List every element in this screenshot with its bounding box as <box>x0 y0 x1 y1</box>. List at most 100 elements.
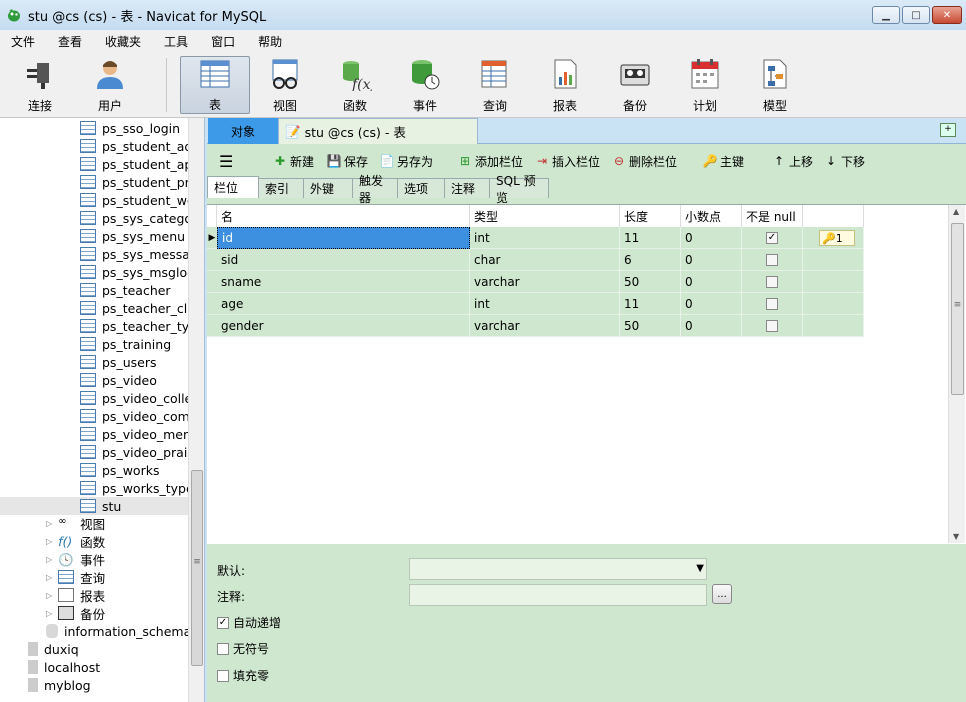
backup-button[interactable]: 备份 <box>601 56 669 114</box>
tree-database-information-schema[interactable]: information_schema <box>46 622 204 640</box>
tree-table-item[interactable]: ps_video_comr <box>0 407 188 425</box>
tree-group-backups[interactable]: ▷ 备份 <box>46 604 204 622</box>
cell-decimals[interactable]: 0 <box>681 249 742 271</box>
tree-table-item[interactable]: ps_video_menu <box>0 425 188 443</box>
cell-length[interactable]: 50 <box>620 271 681 293</box>
tree-table-item[interactable]: ps_video_prais <box>0 443 188 461</box>
tree-table-item[interactable]: stu <box>0 497 188 515</box>
grid-scrollbar[interactable]: ▲ ≡ ▼ <box>948 205 965 543</box>
zerofill-checkbox[interactable]: 填充零 <box>217 667 269 684</box>
maximize-button[interactable]: □ <box>902 6 930 24</box>
query-button[interactable]: 查询 <box>461 56 529 114</box>
tree-table-item[interactable]: ps_teacher_typ <box>0 317 188 335</box>
tree-connection-localhost[interactable]: localhost <box>28 658 204 676</box>
cell-length[interactable]: 11 <box>620 293 681 315</box>
cell-decimals[interactable]: 0 <box>681 227 742 249</box>
col-not-null-header[interactable]: 不是 null <box>742 205 803 227</box>
cell-name[interactable]: id <box>217 227 470 249</box>
menu-favorites[interactable]: 收藏夹 <box>94 33 153 50</box>
report-button[interactable]: 报表 <box>531 56 599 114</box>
tree-table-item[interactable]: ps_sys_msglog <box>0 263 188 281</box>
cell-name[interactable]: sid <box>217 249 470 271</box>
tree-connection-duxiq[interactable]: duxiq <box>28 640 204 658</box>
scroll-up-icon[interactable]: ▲ <box>953 207 959 216</box>
default-dropdown[interactable]: ▼ <box>409 558 707 580</box>
insert-field-button[interactable]: ⇥ 插入栏位 <box>535 152 600 170</box>
event-button[interactable]: 事件 <box>391 56 459 114</box>
tab-indexes[interactable]: 索引 <box>258 178 304 198</box>
save-as-button[interactable]: 📄 另存为 <box>380 152 433 170</box>
grid-scroll-thumb[interactable]: ≡ <box>951 223 964 395</box>
move-up-button[interactable]: ↑ 上移 <box>772 152 813 170</box>
sidebar-scrollbar[interactable]: ≡ <box>188 118 204 702</box>
tree-group-functions[interactable]: ▷ f() 函数 <box>46 532 204 550</box>
table-row[interactable]: sname varchar 50 0 <box>207 271 864 293</box>
move-down-button[interactable]: ↓ 下移 <box>824 152 865 170</box>
cell-type[interactable]: int <box>470 227 620 249</box>
tree-group-events[interactable]: ▷ 🕓 事件 <box>46 550 204 568</box>
col-name-header[interactable]: 名 <box>217 205 470 227</box>
tree-group-views[interactable]: ▷ ∞ 视图 <box>46 514 204 532</box>
checkbox-icon[interactable]: ✓ <box>766 232 778 244</box>
menu-window[interactable]: 窗口 <box>200 33 247 50</box>
tree-connection-myblog[interactable]: myblog <box>28 676 204 694</box>
model-button[interactable]: 模型 <box>741 56 809 114</box>
menu-help[interactable]: 帮助 <box>247 33 294 50</box>
tree-group-reports[interactable]: ▷ 报表 <box>46 586 204 604</box>
sidebar-scroll-thumb[interactable]: ≡ <box>191 470 203 666</box>
save-button[interactable]: 💾 保存 <box>327 152 368 170</box>
menu-view[interactable]: 查看 <box>47 33 94 50</box>
cell-not-null[interactable]: ✓ <box>742 227 803 249</box>
minimize-button[interactable]: ▁ <box>872 6 900 24</box>
tree-table-item[interactable]: ps_sys_categor <box>0 209 188 227</box>
new-tab-icon[interactable]: + <box>940 123 956 137</box>
schedule-button[interactable]: 计划 <box>671 56 739 114</box>
cell-name[interactable]: sname <box>217 271 470 293</box>
view-button[interactable]: 视图 <box>251 56 319 114</box>
cell-not-null[interactable] <box>742 249 803 271</box>
tree-table-item[interactable]: ps_student_ad <box>0 137 188 155</box>
tree-table-item[interactable]: ps_video <box>0 371 188 389</box>
table-button[interactable]: 表 <box>180 56 250 114</box>
comment-field[interactable] <box>409 584 707 606</box>
tree-group-queries[interactable]: ▷ 查询 <box>46 568 204 586</box>
user-button[interactable]: 用户 <box>76 56 144 114</box>
tab-fields[interactable]: 栏位 <box>207 176 259 198</box>
primary-key-button[interactable]: 🔑 主键 <box>703 152 744 170</box>
cell-length[interactable]: 11 <box>620 227 681 249</box>
checkbox-icon[interactable] <box>766 298 778 310</box>
auto-increment-checkbox[interactable]: ✓ 自动递增 <box>217 614 281 631</box>
tree-table-item[interactable]: ps_video_colle <box>0 389 188 407</box>
menu-icon[interactable]: ☰ <box>219 152 233 171</box>
tab-triggers[interactable]: 触发器 <box>352 174 398 205</box>
add-field-button[interactable]: ⊞ 添加栏位 <box>458 152 523 170</box>
col-type-header[interactable]: 类型 <box>470 205 620 227</box>
cell-type[interactable]: varchar <box>470 315 620 337</box>
close-button[interactable]: ✕ <box>932 6 962 24</box>
tab-foreign-keys[interactable]: 外键 <box>303 178 353 198</box>
tree-table-item[interactable]: ps_works_type <box>0 479 188 497</box>
menu-tools[interactable]: 工具 <box>153 33 200 50</box>
table-row[interactable]: gender varchar 50 0 <box>207 315 864 337</box>
comment-editor-button[interactable]: ... <box>712 584 732 604</box>
checkbox-icon[interactable] <box>766 254 778 266</box>
tree-table-item[interactable]: ps_student_wo <box>0 191 188 209</box>
col-length-header[interactable]: 长度 <box>620 205 681 227</box>
cell-not-null[interactable] <box>742 315 803 337</box>
table-row[interactable]: sid char 6 0 <box>207 249 864 271</box>
unsigned-checkbox[interactable]: 无符号 <box>217 640 269 657</box>
cell-type[interactable]: char <box>470 249 620 271</box>
tree-table-item[interactable]: ps_sso_login <box>0 119 188 137</box>
tree-table-item[interactable]: ps_teacher <box>0 281 188 299</box>
tree-table-item[interactable]: ps_training <box>0 335 188 353</box>
tab-sql-preview[interactable]: SQL 预览 <box>489 174 549 205</box>
tab-options[interactable]: 选项 <box>397 178 445 198</box>
cell-not-null[interactable] <box>742 293 803 315</box>
table-row[interactable]: ▶ id int 11 0 ✓ 🔑 1 <box>207 227 864 249</box>
cell-decimals[interactable]: 0 <box>681 293 742 315</box>
col-decimals-header[interactable]: 小数点 <box>681 205 742 227</box>
tree-table-item[interactable]: ps_users <box>0 353 188 371</box>
tab-comment[interactable]: 注释 <box>444 178 490 198</box>
menu-file[interactable]: 文件 <box>0 33 47 50</box>
function-button[interactable]: f(x) 函数 <box>321 56 389 114</box>
